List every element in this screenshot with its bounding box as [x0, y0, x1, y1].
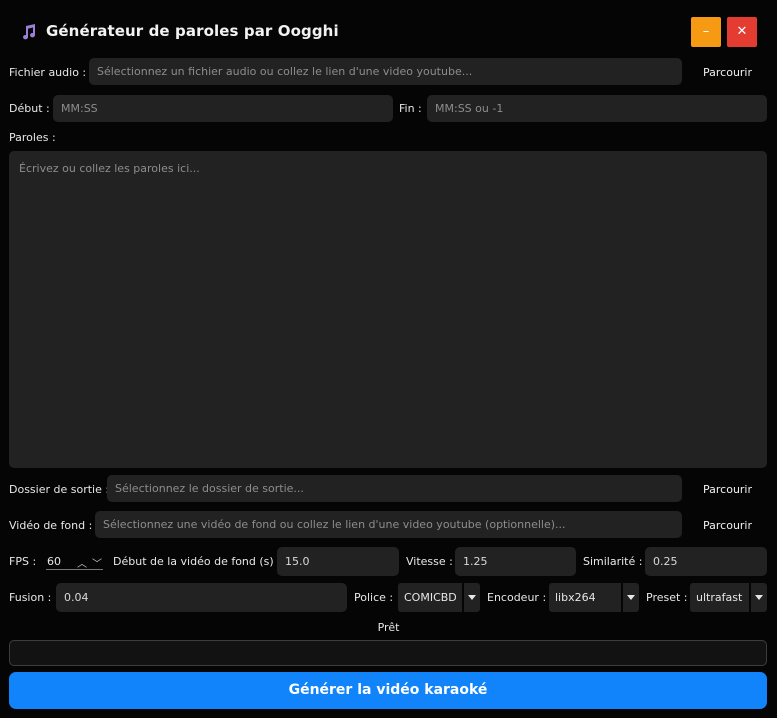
start-label: Début :	[9, 102, 50, 115]
preset-select-value: ultrafast	[696, 591, 743, 604]
encoder-select-value: libx264	[555, 591, 596, 604]
audio-file-input[interactable]: Sélectionnez un fichier audio ou collez …	[89, 58, 682, 85]
font-label: Police :	[354, 591, 394, 604]
speed-input[interactable]: 1.25	[455, 547, 576, 576]
audio-file-placeholder: Sélectionnez un fichier audio ou collez …	[97, 65, 473, 78]
end-time-placeholder: MM:SS ou -1	[435, 102, 504, 115]
similarity-label: Similarité :	[583, 555, 643, 568]
generate-button[interactable]: Générer la vidéo karaoké	[9, 672, 767, 709]
status-text: Prêt	[377, 621, 400, 634]
window-title: Générateur de paroles par Oogghi	[46, 22, 339, 40]
output-browse-button[interactable]: Parcourir	[703, 483, 752, 497]
background-video-placeholder: Sélectionnez une vidéo de fond ou collez…	[103, 518, 566, 531]
bg-start-input[interactable]: 15.0	[277, 547, 399, 576]
similarity-input[interactable]: 0.25	[645, 547, 767, 576]
end-label: Fin :	[399, 102, 422, 115]
start-time-input[interactable]: MM:SS	[53, 95, 393, 122]
progress-bar	[9, 640, 767, 666]
font-select-divider	[462, 583, 464, 612]
music-note-icon	[20, 23, 38, 41]
fps-underline	[46, 569, 103, 570]
preset-select[interactable]: ultrafast	[690, 583, 767, 612]
end-time-input[interactable]: MM:SS ou -1	[427, 95, 767, 122]
output-folder-input[interactable]: Sélectionnez le dossier de sortie...	[107, 475, 682, 502]
font-select-value: COMICBD	[404, 591, 457, 604]
start-time-placeholder: MM:SS	[61, 102, 98, 115]
background-video-label: Vidéo de fond :	[9, 519, 93, 532]
bg-start-label: Début de la vidéo de fond (s) :	[113, 555, 281, 568]
background-browse-button[interactable]: Parcourir	[703, 519, 752, 533]
audio-browse-button[interactable]: Parcourir	[703, 66, 752, 80]
encoder-select-divider	[621, 583, 623, 612]
output-folder-label: Dossier de sortie :	[9, 483, 110, 496]
lyrics-textarea[interactable]: Écrivez ou collez les paroles ici...	[9, 151, 767, 468]
minimize-button[interactable]: –	[691, 17, 721, 47]
encoder-label: Encodeur :	[487, 591, 547, 604]
fusion-input[interactable]: 0.04	[56, 583, 347, 612]
fusion-label: Fusion :	[9, 591, 52, 604]
lyrics-label: Paroles :	[9, 131, 56, 144]
preset-select-divider	[749, 583, 751, 612]
lyrics-placeholder: Écrivez ou collez les paroles ici...	[19, 162, 200, 175]
audio-file-label: Fichier audio :	[9, 66, 87, 79]
output-folder-placeholder: Sélectionnez le dossier de sortie...	[115, 482, 304, 495]
fps-down-icon[interactable]: ﹀	[92, 555, 102, 570]
fps-spinbox[interactable]: 60	[47, 555, 61, 568]
fps-label: FPS :	[9, 555, 37, 568]
chevron-down-icon	[755, 595, 763, 600]
font-select[interactable]: COMICBD	[398, 583, 480, 612]
close-button[interactable]: ✕	[727, 17, 757, 47]
encoder-select[interactable]: libx264	[549, 583, 639, 612]
background-video-input[interactable]: Sélectionnez une vidéo de fond ou collez…	[95, 511, 682, 538]
speed-label: Vitesse :	[406, 555, 453, 568]
preset-label: Preset :	[646, 591, 688, 604]
fps-up-icon[interactable]: ︿	[77, 555, 87, 570]
chevron-down-icon	[627, 595, 635, 600]
chevron-down-icon	[468, 595, 476, 600]
